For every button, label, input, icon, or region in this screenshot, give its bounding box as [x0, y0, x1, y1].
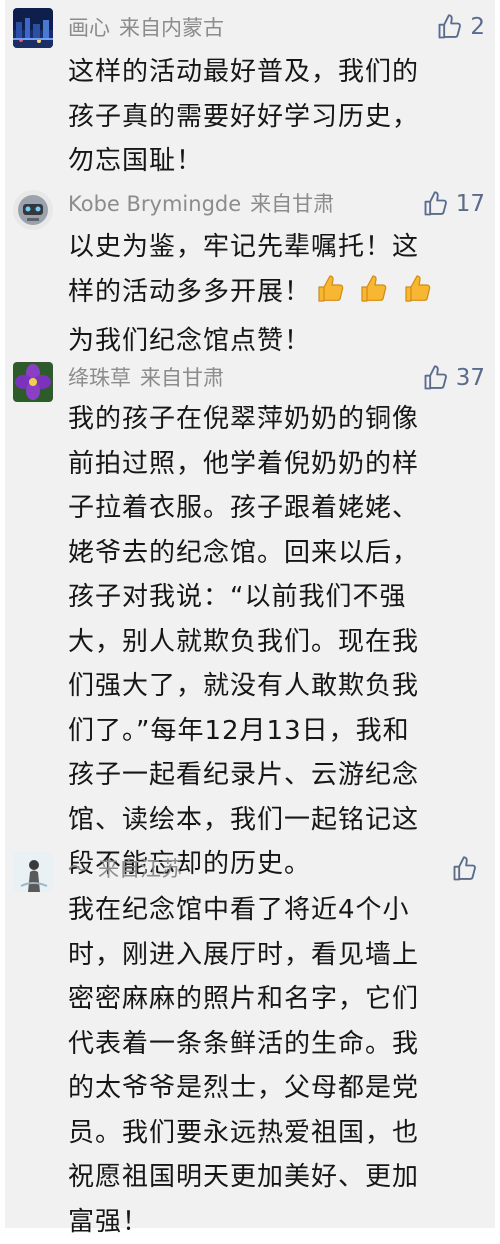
- comment-line: 样的活动多多开展！: [68, 270, 486, 320]
- thumbs-up-outline-icon: [451, 855, 479, 883]
- comment-line: 孩子对我说：“以前我们不强: [68, 575, 486, 620]
- comment-line: 们了。”每年12月13日，我和: [68, 709, 486, 754]
- comment-line: 的太爷爷是烈士，父母都是党: [68, 1066, 486, 1111]
- comment-line: 以史为鉴，牢记先辈嘱托！这: [68, 225, 486, 270]
- thumbs-up-outline-icon: [422, 364, 450, 392]
- comment-line: 时，刚进入展厅时，看见墙上: [68, 933, 486, 978]
- purple-flower-avatar-icon[interactable]: [13, 362, 53, 402]
- comment-nickname[interactable]: 绛珠草: [68, 366, 131, 390]
- comment-line: 馆、读绘本，我们一起铭记这: [68, 798, 486, 843]
- like-button[interactable]: 2: [436, 10, 485, 44]
- comment-text: 这样的活动最好普及，我们的 孩子真的需要好好学习历史， 勿忘国耻！: [68, 50, 486, 184]
- thumbs-up-outline-icon: [422, 190, 450, 218]
- comment-line: 们强大了，就没有人敢欺负我: [68, 664, 486, 709]
- like-count: 2: [470, 14, 485, 40]
- like-button[interactable]: 37: [422, 361, 485, 395]
- comment-text: 我的孩子在倪翠萍奶奶的铜像 前拍过照，他学着倪奶奶的样 子拉着衣服。孩子跟着姥姥…: [68, 397, 486, 887]
- comment-line: 我的孩子在倪翠萍奶奶的铜像: [68, 397, 486, 442]
- comment-line: 为我们纪念馆点赞！: [68, 319, 486, 364]
- like-button[interactable]: [451, 852, 485, 886]
- thumbs-up-emoji-group: [315, 273, 436, 320]
- comment-nickname[interactable]: 画心: [68, 16, 110, 40]
- comment-location: 来自甘肃: [140, 366, 224, 390]
- night-city-avatar-icon[interactable]: [13, 8, 53, 48]
- comment-line: 我在纪念馆中看了将近4个小: [68, 888, 486, 933]
- comment-line: 子拉着衣服。孩子跟着姥姥、: [68, 486, 486, 531]
- comment-location: 来自甘肃: [250, 192, 334, 216]
- comment-line: 勿忘国耻！: [68, 139, 486, 184]
- thumbs-up-icon: [358, 273, 390, 305]
- comment-line: 孩子一起看纪录片、云游纪念: [68, 753, 486, 798]
- comment-location: 来自内蒙古: [119, 16, 224, 40]
- comment-header: Kobe Brymingde 来自甘肃: [68, 188, 334, 220]
- comment-header: 绛珠草来自甘肃: [68, 362, 224, 394]
- comment-line-text: 样的活动多多开展！: [68, 277, 311, 307]
- comment-line: 孩子真的需要好好学习历史，: [68, 95, 486, 140]
- comment-line: 密密麻麻的照片和名字，它们: [68, 977, 486, 1022]
- comment-line: 员。我们要永远热爱祖国，也: [68, 1111, 486, 1156]
- comment-nickname[interactable]: Kobe Brymingde: [68, 192, 241, 216]
- comment-line: 姥爷去的纪念馆。回来以后，: [68, 531, 486, 576]
- comment-nickname[interactable]: ～: [68, 857, 89, 881]
- comment-location: 来自江苏: [98, 857, 182, 881]
- comment-header: 画心来自内蒙古: [68, 12, 224, 44]
- like-count: 37: [456, 365, 485, 391]
- comment-line: 这样的活动最好普及，我们的: [68, 50, 486, 95]
- thumbs-up-outline-icon: [436, 13, 464, 41]
- robot-avatar-icon[interactable]: [13, 190, 53, 230]
- thumbs-up-icon: [315, 273, 347, 305]
- like-button[interactable]: 17: [422, 187, 485, 221]
- comment-line: 大，别人就欺负我们。现在我: [68, 620, 486, 665]
- thumbs-up-icon: [402, 273, 434, 305]
- girl-silhouette-avatar-icon[interactable]: [13, 852, 53, 892]
- like-count: 17: [456, 191, 485, 217]
- comment-header: ～ 来自江苏: [68, 853, 182, 885]
- comment-line: 富强！: [68, 1200, 486, 1244]
- comment-text: 以史为鉴，牢记先辈嘱托！这 样的活动多多开展！ 为我们纪念馆点赞！: [68, 225, 486, 364]
- comment-line: 前拍过照，他学着倪奶奶的样: [68, 442, 486, 487]
- comment-list: 画心来自内蒙古 2 这样的活动最好普及，我们的 孩子真的需要好好学习历史， 勿忘…: [5, 0, 495, 1228]
- comment-text: 我在纪念馆中看了将近4个小 时，刚进入展厅时，看见墙上 密密麻麻的照片和名字，它…: [68, 888, 486, 1244]
- comment-line: 祝愿祖国明天更加美好、更加: [68, 1155, 486, 1200]
- comment-line: 代表着一条条鲜活的生命。我: [68, 1022, 486, 1067]
